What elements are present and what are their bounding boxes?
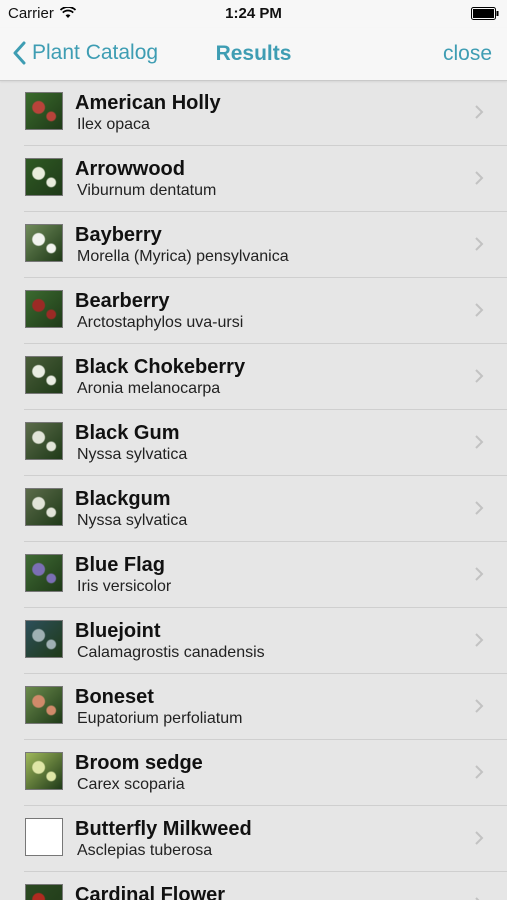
plant-scientific-name: Eupatorium perfoliatum [77, 710, 243, 727]
list-item[interactable]: Black Gum Nyssa sylvatica [0, 410, 507, 476]
plant-thumbnail [25, 620, 63, 658]
list-item[interactable]: Broom sedge Carex scoparia [0, 740, 507, 806]
list-item[interactable]: Butterfly Milkweed Asclepias tuberosa [0, 806, 507, 872]
plant-common-name: Black Gum [75, 422, 180, 444]
list-item[interactable]: American Holly Ilex opaca [0, 80, 507, 146]
plant-scientific-name: Morella (Myrica) pensylvanica [77, 248, 289, 265]
plant-common-name: Bluejoint [75, 620, 161, 642]
list-item[interactable]: Blue Flag Iris versicolor [0, 542, 507, 608]
plant-common-name: Broom sedge [75, 752, 203, 774]
back-button[interactable]: Plant Catalog [12, 38, 158, 68]
plant-scientific-name: Viburnum dentatum [77, 182, 217, 199]
status-time: 1:24 PM [225, 5, 282, 22]
list-item[interactable]: Blackgum Nyssa sylvatica [0, 476, 507, 542]
list-item[interactable]: Cardinal Flower [0, 872, 507, 900]
plant-scientific-name: Aronia melanocarpa [77, 380, 221, 397]
plant-scientific-name: Carex scoparia [77, 776, 185, 793]
plant-common-name: Cardinal Flower [75, 884, 226, 900]
chevron-right-icon [475, 435, 484, 449]
plant-common-name: American Holly [75, 92, 221, 114]
plant-common-name: Blackgum [75, 488, 171, 510]
chevron-right-icon [475, 633, 484, 647]
chevron-right-icon [475, 699, 484, 713]
status-bar: Carrier 1:24 PM [0, 0, 507, 28]
chevron-right-icon [475, 237, 484, 251]
plant-common-name: Bearberry [75, 290, 170, 312]
plant-common-name: Boneset [75, 686, 154, 708]
chevron-right-icon [475, 765, 484, 779]
plant-thumbnail [25, 884, 63, 900]
back-button-label: Plant Catalog [32, 41, 159, 64]
battery-icon [471, 7, 499, 20]
list-item[interactable]: Black Chokeberry Aronia melanocarpa [0, 344, 507, 410]
plant-thumbnail [25, 686, 63, 724]
chevron-left-icon [13, 41, 26, 65]
list-item[interactable]: Bearberry Arctostaphylos uva-ursi [0, 278, 507, 344]
plant-thumbnail [25, 92, 63, 130]
list-item[interactable]: Boneset Eupatorium perfoliatum [0, 674, 507, 740]
list-item[interactable]: Bayberry Morella (Myrica) pensylvanica [0, 212, 507, 278]
chevron-right-icon [475, 501, 484, 515]
list-item[interactable]: Bluejoint Calamagrostis canadensis [0, 608, 507, 674]
navigation-bar: Plant Catalog Results close [0, 28, 507, 81]
plant-common-name: Blue Flag [75, 554, 166, 576]
plant-common-name: Butterfly Milkweed [75, 818, 252, 840]
chevron-right-icon [475, 897, 480, 900]
plant-thumbnail [25, 422, 63, 460]
plant-thumbnail [25, 554, 63, 592]
plant-thumbnail [25, 488, 63, 526]
plant-thumbnail [25, 290, 63, 328]
list-item[interactable]: Arrowwood Viburnum dentatum [0, 146, 507, 212]
plant-thumbnail [25, 158, 63, 196]
plant-thumbnail [25, 356, 63, 394]
chevron-right-icon [475, 105, 484, 119]
chevron-right-icon [475, 831, 484, 845]
plant-thumbnail [25, 752, 63, 790]
chevron-right-icon [475, 369, 484, 383]
plant-scientific-name: Calamagrostis canadensis [77, 644, 265, 661]
plant-scientific-name: Ilex opaca [77, 116, 150, 133]
plant-scientific-name: Nyssa sylvatica [77, 512, 188, 529]
chevron-right-icon [475, 567, 484, 581]
chevron-right-icon [475, 171, 484, 185]
plant-scientific-name: Arctostaphylos uva-ursi [77, 314, 244, 331]
plant-thumbnail [25, 224, 63, 262]
plant-scientific-name: Asclepias tuberosa [77, 842, 213, 859]
plant-list: American Holly Ilex opaca Arrowwood Viburnu… [0, 80, 507, 900]
close-button[interactable]: close [443, 42, 492, 66]
plant-thumbnail [25, 818, 63, 856]
chevron-right-icon [475, 303, 484, 317]
plant-scientific-name: Nyssa sylvatica [77, 446, 188, 463]
plant-common-name: Bayberry [75, 224, 162, 246]
plant-scientific-name: Iris versicolor [77, 578, 172, 595]
plant-common-name: Arrowwood [75, 158, 185, 180]
plant-common-name: Black Chokeberry [75, 356, 246, 378]
